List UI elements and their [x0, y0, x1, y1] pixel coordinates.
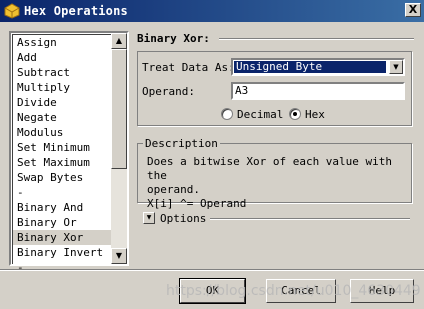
options-divider: [210, 218, 410, 220]
description-line-3: X[i] ^= Operand: [147, 197, 247, 210]
list-scrollbar[interactable]: ▲ ▼: [111, 33, 127, 264]
dropdown-arrow-icon[interactable]: ▼: [389, 60, 403, 74]
list-item[interactable]: Divide: [13, 95, 113, 110]
window-title: Hex Operations: [24, 4, 128, 18]
operand-label: Operand:: [142, 85, 195, 98]
list-item[interactable]: Negate: [13, 110, 113, 125]
list-item[interactable]: Modulus: [13, 125, 113, 140]
scroll-up-icon[interactable]: ▲: [111, 33, 127, 49]
description-text: Does a bitwise Xor of each value with th…: [147, 155, 409, 211]
list-item[interactable]: Subtract: [13, 65, 113, 80]
radio-decimal-label[interactable]: Decimal: [237, 108, 283, 121]
app-icon: [4, 3, 20, 19]
list-item[interactable]: Binary Or: [13, 215, 113, 230]
treat-data-select[interactable]: Unsigned Byte ▼: [231, 58, 405, 76]
list-separator[interactable]: -: [13, 260, 113, 275]
title-bar: Hex Operations X: [0, 0, 424, 22]
operand-input[interactable]: A3: [231, 82, 405, 100]
list-item[interactable]: Binary Xor: [13, 230, 113, 245]
list-item[interactable]: Binary Invert: [13, 245, 113, 260]
radio-decimal[interactable]: [221, 108, 233, 120]
list-item[interactable]: Assign: [13, 35, 113, 50]
scroll-down-icon[interactable]: ▼: [111, 248, 127, 264]
operation-heading: Binary Xor:: [137, 32, 210, 45]
radio-selected-dot: [293, 112, 297, 116]
treat-data-label: Treat Data As:: [142, 61, 235, 74]
description-legend: Description: [143, 137, 220, 150]
list-item[interactable]: Multiply: [13, 80, 113, 95]
list-item[interactable]: Set Maximum: [13, 155, 113, 170]
list-item[interactable]: Swap Bytes: [13, 170, 113, 185]
options-label[interactable]: Options: [160, 212, 206, 225]
list-item[interactable]: Binary And: [13, 200, 113, 215]
treat-data-value: Unsigned Byte: [233, 60, 387, 74]
description-line-2: operand.: [147, 183, 200, 196]
list-separator[interactable]: -: [13, 185, 113, 200]
operation-list-items: Assign Add Subtract Multiply Divide Negate Mod…: [12, 34, 113, 274]
operation-list[interactable]: Assign Add Subtract Multiply Divide Negate Mod…: [9, 31, 129, 274]
description-line-1: Does a bitwise Xor of each value with th…: [147, 155, 393, 182]
watermark: https://blog.csdn.net/u010_4630449: [166, 283, 421, 299]
list-item[interactable]: Add: [13, 50, 113, 65]
close-button[interactable]: X: [405, 3, 421, 17]
options-toggle-icon[interactable]: ▼: [143, 212, 155, 224]
scroll-thumb[interactable]: [111, 49, 127, 169]
bottom-separator: [0, 269, 424, 271]
radio-hex[interactable]: [289, 108, 301, 120]
heading-divider: [219, 38, 414, 40]
list-item[interactable]: Set Minimum: [13, 140, 113, 155]
radio-hex-label[interactable]: Hex: [305, 108, 325, 121]
